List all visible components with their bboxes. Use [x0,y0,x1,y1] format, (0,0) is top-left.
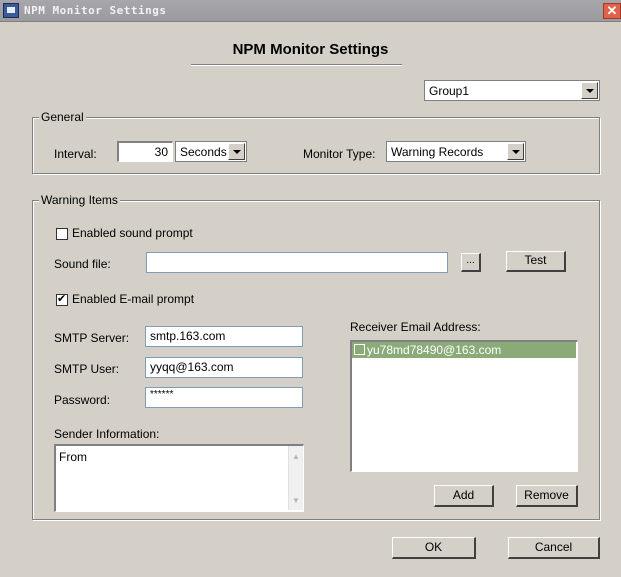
close-button[interactable]: ✕ [603,3,621,19]
interval-label: Interval: [54,147,97,161]
browse-button[interactable]: ... [461,253,481,272]
add-button[interactable]: Add [434,485,494,507]
general-legend: General [39,110,86,124]
test-button[interactable]: Test [506,251,566,272]
receiver-list[interactable]: yu78md78490@163.com [350,340,578,472]
window-title: NPM Monitor Settings [24,4,167,17]
scrollbar[interactable]: ▲ ▼ [288,446,303,510]
receiver-checkbox[interactable] [354,344,365,355]
monitor-type-value: Warning Records [391,145,484,159]
interval-unit-value: Seconds [180,145,227,159]
heading-divider [191,64,402,66]
list-item[interactable]: yu78md78490@163.com [352,342,576,358]
interval-input[interactable]: 30 [117,141,173,162]
monitor-type-select[interactable]: Warning Records [386,141,526,162]
chevron-down-icon[interactable] [228,143,245,160]
cancel-button[interactable]: Cancel [508,537,600,559]
monitor-type-label: Monitor Type: [303,147,376,161]
receiver-label: Receiver Email Address: [350,320,481,334]
sound-file-input[interactable] [146,252,448,273]
app-icon [3,3,19,18]
group-select[interactable]: Group1 [424,80,600,101]
sound-file-label: Sound file: [54,257,111,271]
interval-unit-select[interactable]: Seconds [175,141,247,162]
chevron-down-icon[interactable] [507,143,524,160]
warning-items-legend: Warning Items [39,193,120,207]
sound-prompt-checkbox[interactable] [56,228,68,240]
ok-button[interactable]: OK [392,537,476,559]
sender-info-label: Sender Information: [54,427,160,441]
group-select-value: Group1 [429,84,470,98]
email-prompt-label[interactable]: Enabled E-mail prompt [72,292,194,306]
chevron-down-icon[interactable] [581,82,598,99]
smtp-user-input[interactable]: yyqq@163.com [145,357,303,378]
smtp-user-label: SMTP User: [54,362,120,376]
sender-info-text: From [59,450,87,464]
title-bar[interactable]: NPM Monitor Settings ✕ [0,0,621,22]
smtp-server-input[interactable]: smtp.163.com [145,326,303,347]
dialog-heading: NPM Monitor Settings [232,41,389,58]
password-label: Password: [54,393,111,407]
chevron-down-icon[interactable]: ▼ [292,496,300,505]
receiver-address: yu78md78490@163.com [367,343,502,357]
chevron-up-icon[interactable]: ▲ [292,452,300,461]
sender-info-textarea[interactable]: From ▲ ▼ [54,444,304,512]
email-prompt-checkbox[interactable] [56,292,68,306]
remove-button[interactable]: Remove [516,485,578,507]
sound-prompt-label[interactable]: Enabled sound prompt [72,226,193,240]
password-input[interactable]: ****** [145,387,303,408]
smtp-server-label: SMTP Server: [54,331,130,345]
